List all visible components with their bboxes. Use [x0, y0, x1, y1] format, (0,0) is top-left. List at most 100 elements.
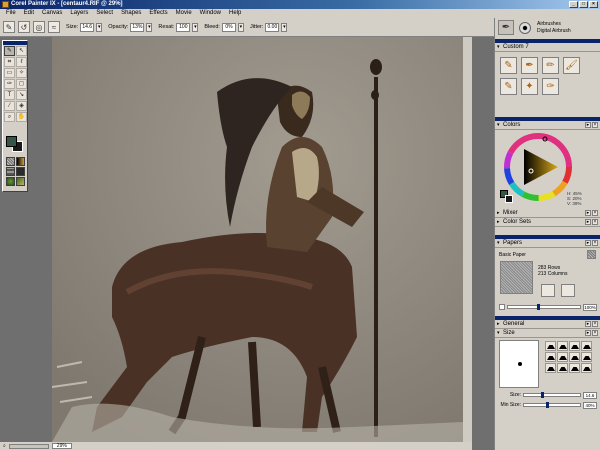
crop-tool-icon[interactable]: ⌗: [4, 57, 15, 67]
size-palette-title[interactable]: ▾ Size ▸ ×: [495, 329, 600, 338]
main-color-swatch[interactable]: [6, 136, 17, 147]
size-value[interactable]: 14.6: [583, 391, 597, 399]
magnifier-icon[interactable]: ⌕: [4, 112, 15, 122]
text-tool-icon[interactable]: T: [4, 90, 15, 100]
custom-brush-2-icon[interactable]: ✒: [521, 57, 538, 74]
vertical-scrollbar[interactable]: [463, 37, 472, 442]
custom-brush-6-icon[interactable]: ✦: [521, 78, 538, 95]
minimize-button[interactable]: _: [569, 1, 578, 8]
menu-movie[interactable]: Movie: [172, 9, 196, 18]
general-options-button[interactable]: ▸: [585, 321, 591, 327]
menu-help[interactable]: Help: [225, 9, 245, 18]
looks-selector-icon[interactable]: [16, 177, 25, 186]
custom-brush-7-icon[interactable]: ✑: [542, 78, 559, 95]
brush-tip-6-icon[interactable]: [557, 352, 568, 362]
brush-tip-7-icon[interactable]: [569, 352, 580, 362]
color-sets-palette-title[interactable]: ▸ Color Sets ▸ ×: [495, 218, 600, 227]
papers-close-button[interactable]: ×: [592, 240, 598, 246]
brush-category-name[interactable]: Airbrushes: [537, 21, 571, 28]
brush-tip-8-icon[interactable]: [581, 352, 592, 362]
papers-options-button[interactable]: ▸: [585, 240, 591, 246]
brush-variant-dab-icon[interactable]: [519, 22, 531, 34]
mixer-close-button[interactable]: ×: [592, 210, 598, 216]
paper-selector-icon[interactable]: [6, 157, 15, 166]
brush-tip-9-icon[interactable]: [545, 363, 556, 373]
shape-selection-icon[interactable]: ↘: [16, 90, 27, 100]
paint-bucket-icon[interactable]: ◈: [16, 101, 27, 111]
shape-tool-icon[interactable]: ◻: [16, 79, 27, 89]
min-size-value[interactable]: 40%: [583, 401, 597, 409]
magic-wand-icon[interactable]: ✧: [16, 68, 27, 78]
brush-tip-10-icon[interactable]: [557, 363, 568, 373]
paper-name[interactable]: Basic Paper: [499, 252, 526, 258]
maximize-button[interactable]: □: [579, 1, 588, 8]
rectangle-select-icon[interactable]: ▭: [4, 68, 15, 78]
brush-tip-2-icon[interactable]: [557, 341, 568, 351]
menu-edit[interactable]: Edit: [20, 9, 38, 18]
grabber-hand-icon[interactable]: ✋: [16, 112, 27, 122]
size-slider[interactable]: [523, 392, 581, 398]
jitter-field[interactable]: 0.00: [265, 22, 280, 32]
size-options-button[interactable]: ▸: [585, 330, 591, 336]
nozzle-selector-icon[interactable]: [6, 177, 15, 186]
paper-make-button[interactable]: [561, 284, 575, 297]
paper-scale-value[interactable]: 100%: [583, 303, 597, 311]
opacity-field[interactable]: 13%: [130, 22, 145, 32]
custom-palette-title[interactable]: ▾ Custom 7: [495, 43, 600, 52]
size-field[interactable]: 14.6: [80, 22, 95, 32]
custom-brush-1-icon[interactable]: ✎: [500, 57, 517, 74]
mixer-palette-title[interactable]: ▸ Mixer ▸ ×: [495, 209, 600, 218]
general-close-button[interactable]: ×: [592, 321, 598, 327]
close-button[interactable]: ×: [589, 1, 598, 8]
custom-brush-5-icon[interactable]: ✎: [500, 78, 517, 95]
mixer-options-button[interactable]: ▸: [585, 210, 591, 216]
bleed-field[interactable]: 0%: [221, 22, 236, 32]
color-sets-close-button[interactable]: ×: [592, 219, 598, 225]
menu-effects[interactable]: Effects: [145, 9, 171, 18]
dab-type-icon[interactable]: ◎: [33, 21, 45, 33]
colors-close-button[interactable]: ×: [592, 122, 598, 128]
colors-options-button[interactable]: ▸: [585, 122, 591, 128]
resat-field[interactable]: 100: [176, 22, 191, 32]
menu-file[interactable]: File: [2, 9, 20, 18]
papers-palette-title[interactable]: ▾ Papers ▸ ×: [495, 239, 600, 248]
menu-shapes[interactable]: Shapes: [117, 9, 145, 18]
menu-select[interactable]: Select: [92, 9, 117, 18]
paper-scale-slider[interactable]: [507, 304, 581, 310]
brush-tip-12-icon[interactable]: [581, 363, 592, 373]
size-close-button[interactable]: ×: [592, 330, 598, 336]
zoom-icon[interactable]: ⌕: [3, 443, 6, 449]
brush-variant-name[interactable]: Digital Airbrush: [537, 28, 571, 35]
size-slider-button[interactable]: ▾: [96, 22, 103, 32]
resat-slider-button[interactable]: ▾: [192, 22, 199, 32]
opacity-slider-button[interactable]: ▾: [146, 22, 153, 32]
brush-tip-5-icon[interactable]: [545, 352, 556, 362]
dropper-tool-icon[interactable]: ⁄: [4, 101, 15, 111]
stroke-type-icon[interactable]: ≈: [48, 21, 60, 33]
gradient-selector-icon[interactable]: [16, 157, 25, 166]
colors-palette-title[interactable]: ▾ Colors ▸ ×: [495, 121, 600, 130]
paper-invert-button[interactable]: [541, 284, 555, 297]
menu-window[interactable]: Window: [196, 9, 225, 18]
lasso-tool-icon[interactable]: ℓ: [16, 57, 27, 67]
pattern-selector-icon[interactable]: [6, 167, 15, 176]
color-sets-options-button[interactable]: ▸: [585, 219, 591, 225]
document-canvas[interactable]: [52, 37, 463, 442]
jitter-slider-button[interactable]: ▾: [281, 22, 288, 32]
min-size-slider[interactable]: [523, 402, 581, 408]
paper-checkbox[interactable]: [499, 304, 505, 310]
reset-tool-icon[interactable]: ↺: [18, 21, 30, 33]
brush-tool-icon[interactable]: ✎: [4, 46, 15, 56]
colors-additional-swatch[interactable]: [505, 195, 513, 203]
brush-tip-3-icon[interactable]: [569, 341, 580, 351]
layer-adjuster-icon[interactable]: ↖: [16, 46, 27, 56]
brush-tip-11-icon[interactable]: [569, 363, 580, 373]
pen-tool-icon[interactable]: ✑: [4, 79, 15, 89]
zoom-level-field[interactable]: 29%: [51, 443, 72, 449]
custom-brush-4-icon[interactable]: 🖌: [563, 57, 580, 74]
bleed-slider-button[interactable]: ▾: [237, 22, 244, 32]
horizontal-scrollbar[interactable]: [8, 443, 49, 449]
collapse-triangle-icon[interactable]: ▾: [497, 43, 500, 52]
weaving-selector-icon[interactable]: [16, 167, 25, 176]
brush-tip-4-icon[interactable]: [581, 341, 592, 351]
